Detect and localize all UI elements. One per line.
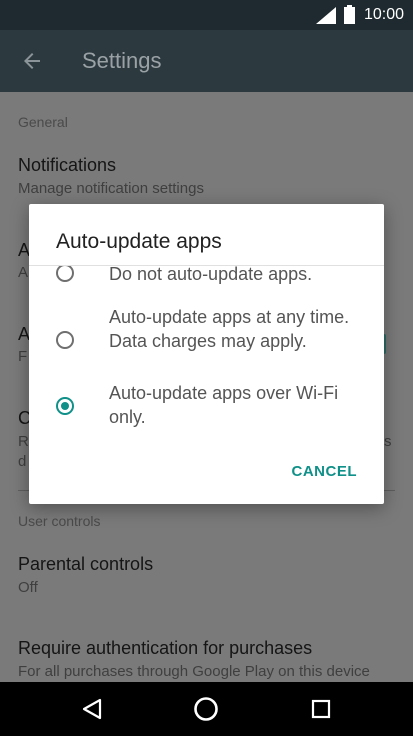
item-title: Parental controls <box>18 554 154 574</box>
hidden-item-subtitle: R <box>18 433 29 450</box>
option-label: Auto-update apps at any time. Data charg… <box>109 307 350 351</box>
navigation-bar <box>0 682 413 736</box>
option-label: Do not auto-update apps. <box>109 266 313 284</box>
circle-home-icon[interactable] <box>193 696 219 722</box>
item-subtitle: Off <box>18 579 38 596</box>
signal-icon <box>316 7 336 24</box>
option-label: Auto-update apps over Wi-Fi only. <box>109 383 339 427</box>
item-subtitle: Manage notification settings <box>18 180 204 197</box>
item-title: Require authentication for purchases <box>18 638 313 658</box>
status-time: 10:00 <box>363 6 404 23</box>
battery-icon <box>344 5 355 24</box>
hidden-item-subtitle: A <box>18 264 29 281</box>
triangle-back-icon[interactable] <box>82 698 102 720</box>
radio-button-selected[interactable] <box>56 397 74 415</box>
arrow-back-icon[interactable] <box>20 49 44 73</box>
options-list: Do not auto-update apps. Auto-update app… <box>29 266 384 446</box>
status-bar: 10:00 <box>0 0 413 30</box>
hidden-item-subtitle: F <box>18 348 28 365</box>
hidden-item-subtitle: s <box>384 433 392 450</box>
radio-button[interactable] <box>56 266 74 282</box>
section-header-user-controls: User controls <box>18 513 101 529</box>
radio-button[interactable] <box>56 331 74 349</box>
dialog-title: Auto-update apps <box>56 230 222 253</box>
item-subtitle: For all purchases through Google Play on… <box>18 663 370 680</box>
auto-update-dialog: Auto-update apps Do not auto-update apps… <box>29 204 384 504</box>
item-title: Notifications <box>18 155 117 175</box>
page-title: Settings <box>82 48 162 73</box>
hidden-item-subtitle: d <box>18 453 27 470</box>
cancel-button[interactable]: CANCEL <box>292 463 358 480</box>
section-header-general: General <box>18 114 68 130</box>
app-bar: Settings <box>0 30 413 92</box>
square-recents-icon[interactable] <box>311 699 331 719</box>
